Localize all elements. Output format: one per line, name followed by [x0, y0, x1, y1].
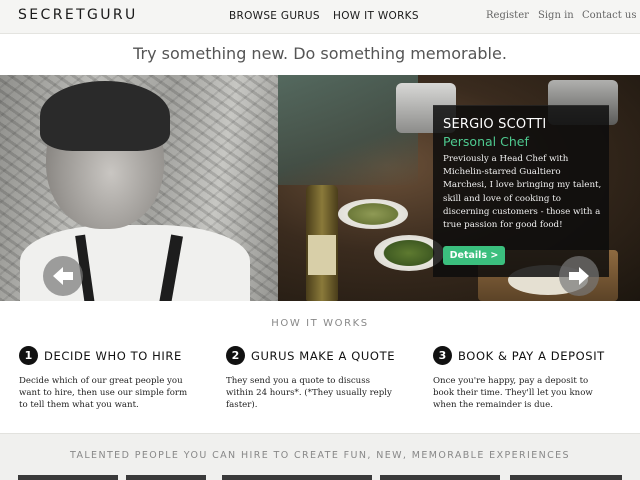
site-header: SECRETGURU BROWSE GURUS HOW IT WORKS Reg… [0, 0, 640, 34]
guru-description: Previously a Head Chef with Michelin-sta… [443, 154, 602, 231]
nav-sign-in[interactable]: Sign in [538, 10, 574, 21]
guru-info-panel: SERGIO SCOTTI Personal Chef Previously a… [433, 105, 609, 277]
guru-thumbnail[interactable] [126, 475, 206, 480]
talented-section: TALENTED PEOPLE YOU CAN HIRE TO CREATE F… [0, 433, 640, 480]
step-number-badge: 1 [19, 346, 38, 365]
chef-hair [40, 81, 170, 151]
step-title: BOOK & PAY A DEPOSIT [458, 349, 605, 363]
how-it-works-title: HOW IT WORKS [271, 318, 369, 329]
step-description: They send you a quote to discuss within … [226, 376, 392, 411]
guru-name: SERGIO SCOTTI [443, 117, 547, 132]
food-plate [338, 199, 408, 229]
step-title: GURUS MAKE A QUOTE [251, 349, 396, 363]
nav-browse-gurus[interactable]: BROWSE GURUS [229, 10, 320, 22]
details-button[interactable]: Details > [443, 246, 505, 265]
bottle-label [308, 235, 336, 275]
nav-how-it-works[interactable]: HOW IT WORKS [333, 10, 419, 22]
step-description: Decide which of our great people you wan… [19, 376, 188, 411]
step-number-badge: 2 [226, 346, 245, 365]
guru-thumbnail[interactable] [18, 475, 118, 480]
step-description: Once you're happy, pay a deposit to book… [433, 376, 593, 411]
prev-slide-button[interactable] [43, 256, 83, 296]
tagline: Try something new. Do something memorabl… [133, 44, 507, 63]
guru-thumbnail[interactable] [222, 475, 372, 480]
guru-thumbnail[interactable] [510, 475, 622, 480]
talented-heading: TALENTED PEOPLE YOU CAN HIRE TO CREATE F… [70, 450, 570, 461]
arrow-right-icon [569, 267, 589, 285]
arrow-left-icon [53, 267, 73, 285]
site-logo[interactable]: SECRETGURU [18, 7, 138, 23]
next-slide-button[interactable] [559, 256, 599, 296]
nav-contact-us[interactable]: Contact us [582, 10, 636, 21]
step-title: DECIDE WHO TO HIRE [44, 349, 182, 363]
guru-thumbnails [0, 475, 640, 480]
step-number-badge: 3 [433, 346, 452, 365]
hero-slider: SERGIO SCOTTI Personal Chef Previously a… [0, 75, 640, 301]
guru-thumbnail[interactable] [380, 475, 500, 480]
guru-role: Personal Chef [443, 134, 529, 149]
nav-register[interactable]: Register [486, 10, 529, 21]
hero-chef-photo [0, 75, 278, 301]
